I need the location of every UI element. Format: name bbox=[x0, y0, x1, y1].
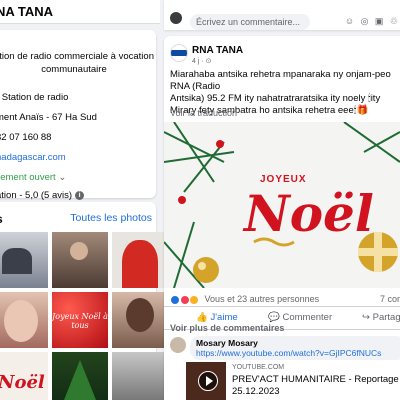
post-image[interactable]: JOYEUX Noël bbox=[164, 122, 400, 288]
share-button[interactable]: ↪ Partag bbox=[362, 312, 400, 323]
thumbs-up-icon: 👍 bbox=[196, 312, 208, 323]
love-reaction-icon bbox=[179, 294, 190, 305]
comment-icon: 💬 bbox=[268, 312, 280, 323]
photo-thumbnail[interactable]: Noël bbox=[0, 352, 48, 400]
play-icon[interactable] bbox=[198, 371, 218, 391]
comment-link[interactable]: https://www.youtube.com/watch?v=GjIPC6fN… bbox=[196, 348, 400, 358]
image-greeting-main: Noël bbox=[244, 184, 374, 243]
reactions-summary[interactable]: Vous et 23 autres personnes bbox=[170, 294, 319, 305]
comment-author[interactable]: Mosary Mosary bbox=[196, 338, 400, 348]
phone-row[interactable]: 32 07 160 88 bbox=[0, 132, 51, 143]
comments-count[interactable]: 7 comm bbox=[380, 294, 400, 304]
feed-post: RNA TANA 4 j · ⊙ Miarahaba antsika rehet… bbox=[164, 36, 400, 400]
about-card: ation de radio commerciale à vocation co… bbox=[0, 30, 156, 201]
address-row: ment Anaïs - 67 Ha Sud bbox=[0, 112, 97, 123]
comment-bubble: Mosary Mosary https://www.youtube.com/wa… bbox=[190, 336, 400, 360]
photo-thumbnail[interactable] bbox=[112, 292, 168, 348]
preview-site: YOUTUBE.COM bbox=[232, 364, 285, 371]
hours-row[interactable]: llement ouvert ⌄ bbox=[0, 172, 66, 183]
see-all-photos-link[interactable]: Toutes les photos bbox=[70, 212, 152, 224]
preview-title: PREV'ACT HUMANITAIRE - Reportage du bbox=[232, 374, 400, 385]
post-page-name[interactable]: RNA TANA bbox=[192, 45, 243, 56]
photos-heading: s bbox=[0, 212, 3, 226]
like-reaction-icon bbox=[170, 294, 180, 305]
post-timestamp[interactable]: 4 j · ⊙ bbox=[192, 57, 211, 65]
photo-caption: Joyeux Noël à tous bbox=[52, 312, 108, 330]
comment-input[interactable]: Écrivez un commentaire... bbox=[190, 14, 310, 30]
view-more-comments-link[interactable]: Voir plus de commentaires bbox=[170, 323, 284, 333]
photos-card: s Toutes les photos Joyeux Noël à tous N… bbox=[0, 202, 168, 400]
photo-thumbnail[interactable] bbox=[0, 232, 48, 288]
comment-tool-icons[interactable]: ☺ ◎ ▣ ♲ bbox=[345, 16, 400, 27]
photo-thumbnail[interactable] bbox=[112, 232, 168, 288]
share-icon: ↪ bbox=[362, 312, 370, 323]
care-reaction-icon bbox=[189, 294, 200, 305]
photo-thumbnail[interactable] bbox=[52, 232, 108, 288]
preview-date: 25.12.2023 bbox=[232, 386, 280, 397]
photo-thumbnail[interactable] bbox=[0, 292, 48, 348]
chevron-down-icon: ⌄ bbox=[58, 172, 67, 183]
page-logo[interactable] bbox=[170, 44, 188, 62]
photo-caption: Noël bbox=[0, 372, 45, 393]
comment-button[interactable]: 💬 Commenter bbox=[268, 312, 332, 323]
category-row: - Station de radio bbox=[0, 92, 69, 103]
page-description: ation de radio commerciale à vocation co… bbox=[0, 51, 154, 75]
info-icon[interactable]: i bbox=[75, 190, 85, 200]
photo-thumbnail[interactable] bbox=[52, 352, 108, 400]
avatar bbox=[170, 12, 182, 24]
photo-thumbnail[interactable]: Joyeux Noël à tous bbox=[52, 292, 108, 348]
see-translation-link[interactable]: Voir la traduction bbox=[170, 108, 237, 118]
photo-thumbnail[interactable] bbox=[112, 352, 168, 400]
website-link[interactable]: nadagascar.com bbox=[0, 152, 66, 163]
rating-row: ation - 5,0 (5 avis) i bbox=[0, 190, 85, 201]
video-thumbnail[interactable] bbox=[186, 362, 226, 400]
link-preview[interactable]: YOUTUBE.COM PREV'ACT HUMANITAIRE - Repor… bbox=[186, 362, 400, 400]
previous-post-comment-bar: Écrivez un commentaire... ☺ ◎ ▣ ♲ bbox=[164, 0, 400, 30]
page-header: NA TANA bbox=[0, 0, 160, 24]
page-title: NA TANA bbox=[0, 4, 54, 19]
avatar[interactable] bbox=[170, 337, 186, 353]
like-button[interactable]: 👍 J'aime bbox=[196, 312, 238, 323]
